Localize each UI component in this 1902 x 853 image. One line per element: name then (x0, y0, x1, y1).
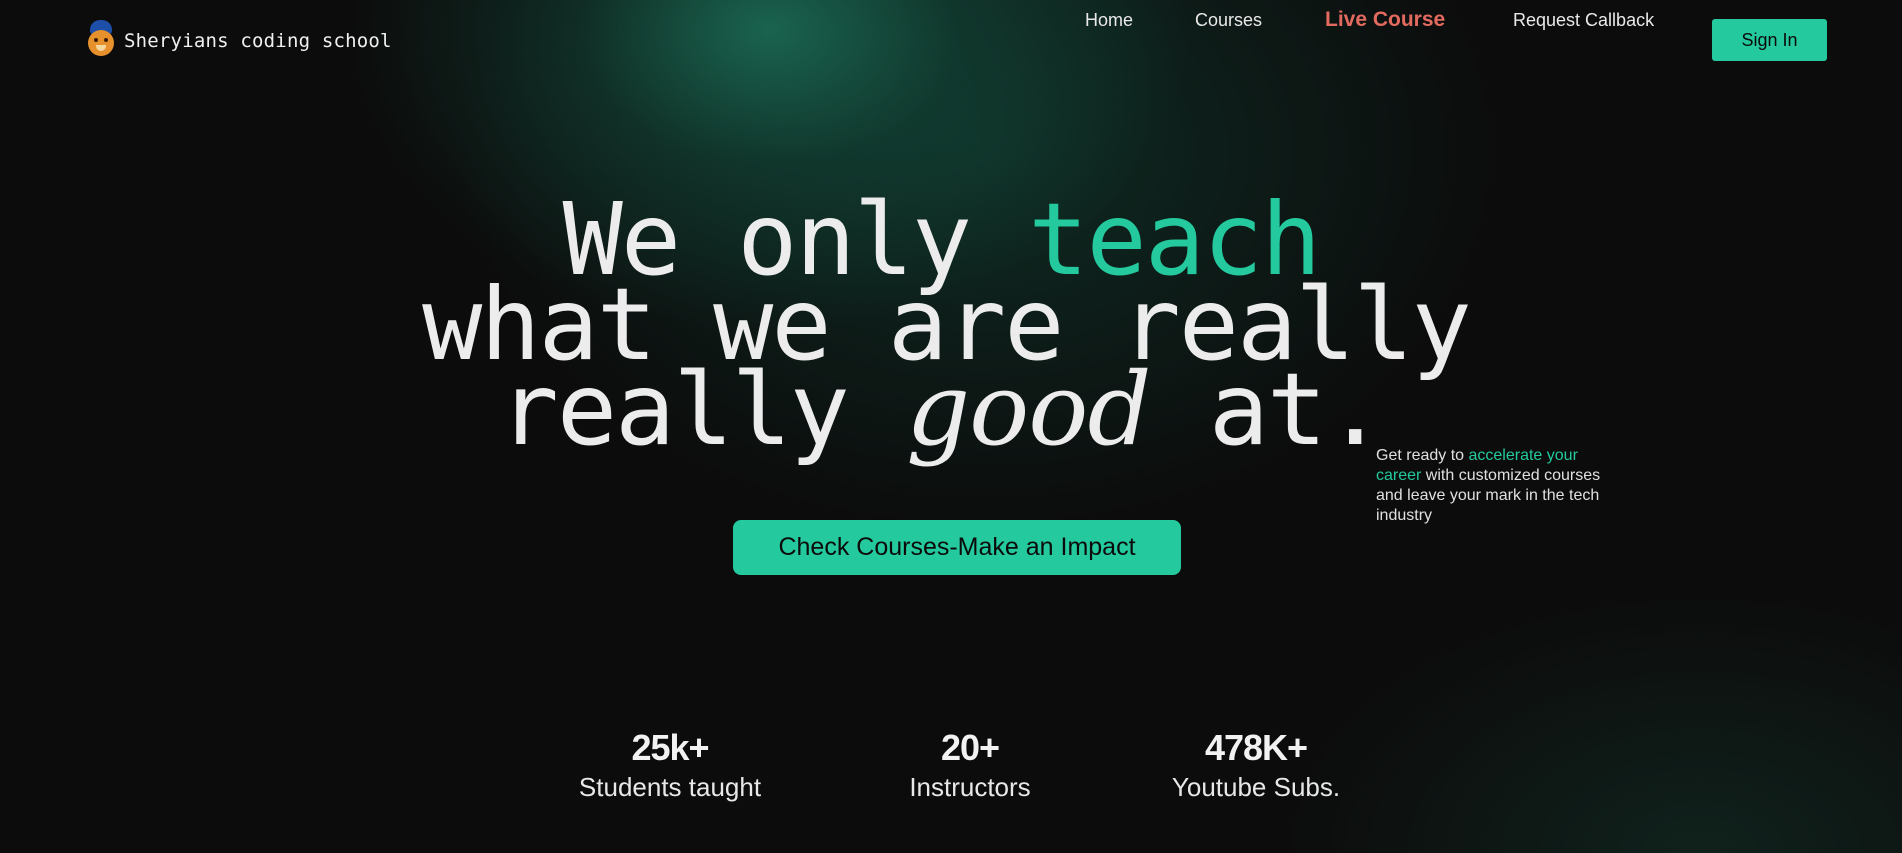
stat-youtube-subs: 478K+ Youtube Subs. (1156, 728, 1356, 804)
stat-value: 25k+ (631, 727, 709, 768)
lion-cap-logo-icon (86, 20, 116, 58)
stat-label: Instructors (909, 772, 1031, 802)
stat-label: Youtube Subs. (1171, 772, 1341, 802)
stat-label: Students taught (578, 772, 762, 802)
hero-text: at. (1150, 351, 1386, 468)
top-navbar: Sheryians coding school Home Courses Liv… (0, 0, 1902, 80)
nav-courses-link[interactable]: Courses (1195, 10, 1262, 31)
check-courses-button[interactable]: Check Courses-Make an Impact (733, 520, 1181, 575)
side-copy-text: Get ready to (1376, 447, 1469, 464)
hero-italic-word: good (906, 351, 1151, 468)
stat-students: 25k+ Students taught (570, 728, 770, 804)
stat-instructors: 20+ Instructors (870, 728, 1070, 804)
stat-value: 478K+ (1204, 727, 1308, 768)
stat-value: 20+ (940, 727, 1000, 768)
hero-side-copy: Get ready to accelerate your career with… (1376, 446, 1616, 526)
nav-request-callback-link[interactable]: Request Callback (1513, 10, 1654, 31)
sign-in-button[interactable]: Sign In (1712, 19, 1827, 61)
brand-name: Sheryians coding school (124, 30, 392, 52)
hero-text: really (498, 351, 907, 468)
nav-home-link[interactable]: Home (1085, 10, 1133, 31)
hero-heading-line-3: really good at. (0, 360, 1892, 460)
nav-live-course-link[interactable]: Live Course (1325, 8, 1445, 32)
brand-logo[interactable]: Sheryians coding school (86, 20, 392, 58)
